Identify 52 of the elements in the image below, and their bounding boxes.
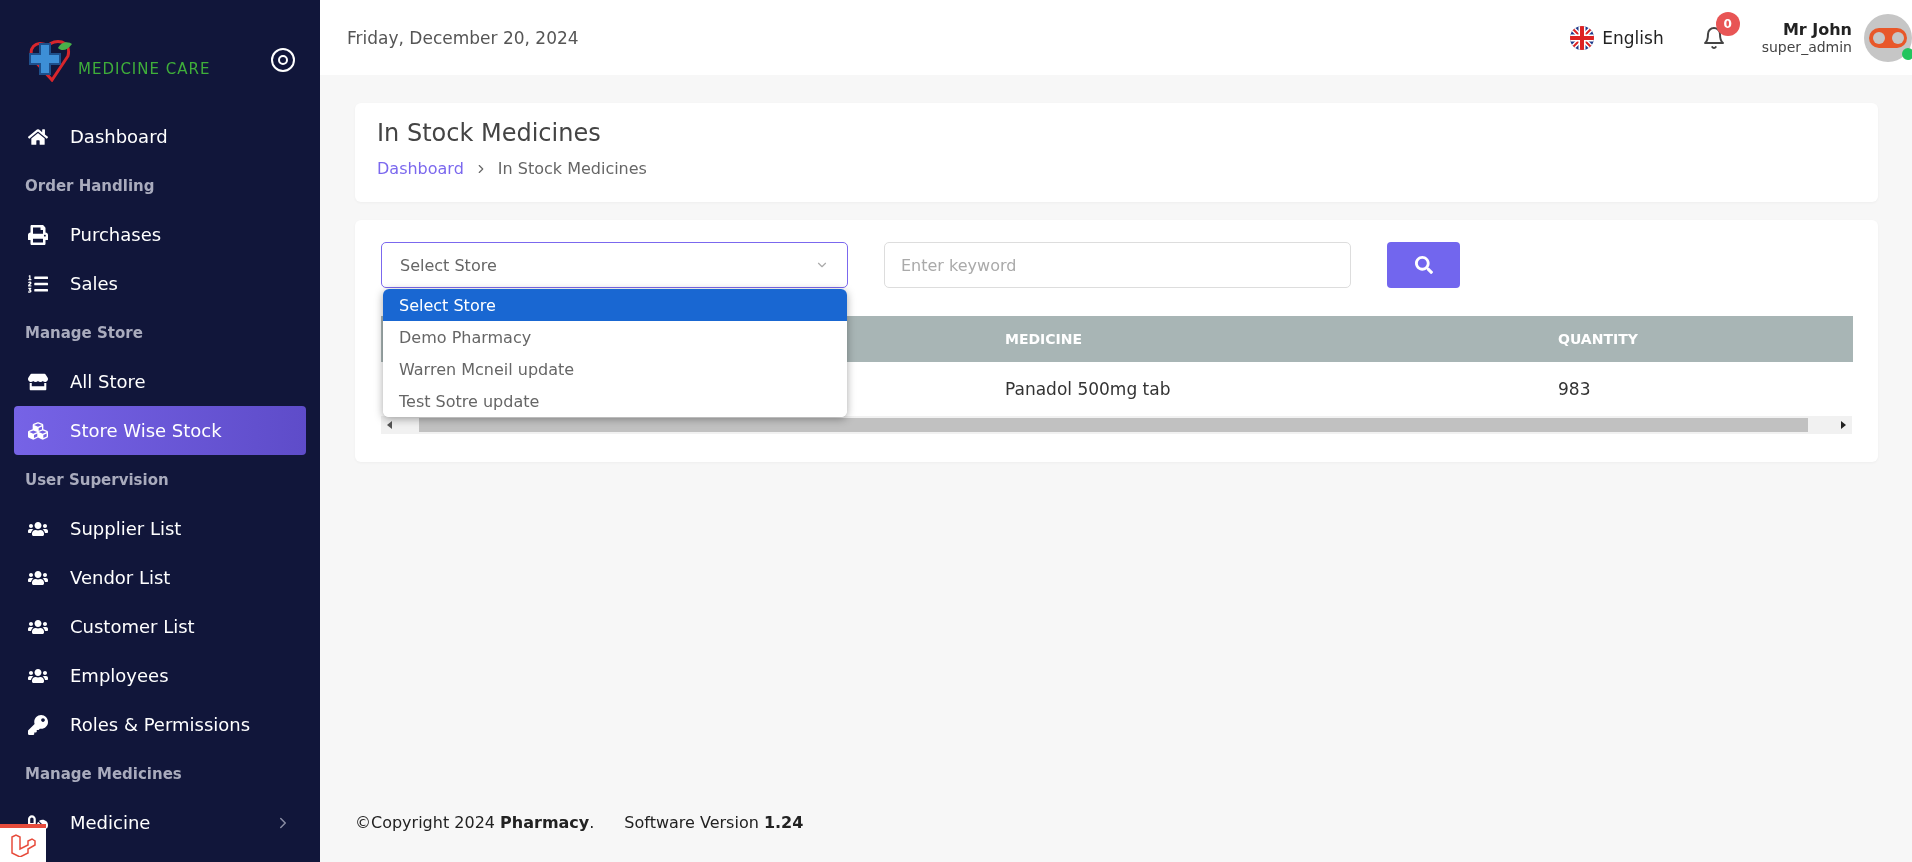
section-heading: Manage Store [24,322,144,344]
sidebar-toggle-icon[interactable] [270,47,296,73]
nav-icon [26,420,50,441]
nav-icon [26,714,50,735]
breadcrumb-text: In Stock Medicines [497,159,647,178]
section-heading: Order Handling [24,175,156,197]
store-select[interactable]: Select Store [381,242,848,288]
column-header: QUANTITY [1558,316,1853,362]
language-selector[interactable]: English [1570,25,1664,50]
search-button[interactable] [1387,242,1460,288]
scroll-left-icon[interactable] [386,420,394,430]
section-heading: User Supervision [24,469,170,491]
keyword-field[interactable]: Enter keyword [884,242,1351,288]
nav-icon [26,224,50,245]
nav-item[interactable]: Customer List [14,602,306,651]
brand-name: MEDICINE CARE [78,60,211,78]
column-header: MEDICINE [1005,316,1558,362]
notification-count: 0 [1715,11,1740,36]
scroll-right-icon[interactable] [1839,420,1847,430]
breadcrumb-link[interactable]: Dashboard [377,159,464,178]
dropdown-option[interactable]: Warren Mcneil update [383,353,847,385]
search-icon [1414,256,1433,274]
nav-icon [26,126,50,147]
notification-bell-icon[interactable] [1701,25,1726,50]
nav-item[interactable]: Sales [14,259,306,308]
user-role: super_admin [1761,39,1852,55]
section-heading: Manage Medicines [24,763,183,785]
nav-item[interactable]: Employees [14,651,306,700]
debug-icon [10,833,36,857]
dropdown-option[interactable]: Demo Pharmacy [383,321,847,353]
copyright-text: ©Copyright 2024 Pharmacy. [355,813,595,832]
debug-bar-toast[interactable] [0,824,46,862]
current-date: Friday, December 20, 2024 [347,27,580,48]
table-cell-text: Panadol 500mg tab [1005,378,1172,401]
page-title: In Stock Medicines [377,119,602,147]
nav-item[interactable]: Purchases [14,210,306,259]
user-name: Mr John [1782,20,1852,39]
table-cell-text: 983 [1558,378,1592,401]
flag-icon [1570,25,1595,50]
dropdown-option[interactable]: Test Sotre update [383,385,847,417]
version-text: Software Version 1.24 [624,813,804,832]
nav-icon [26,371,50,392]
nav-item[interactable]: Supplier List [14,504,306,553]
nav-item[interactable]: Vendor List [14,553,306,602]
nav-item[interactable]: Dashboard [14,112,306,161]
nav-item[interactable]: Roles & Permissions [14,700,306,749]
nav-item[interactable]: All Store [14,357,306,406]
user-avatar[interactable] [1864,13,1912,62]
nav-icon [26,273,50,294]
dropdown-option[interactable]: Select Store [383,289,847,321]
horizontal-scrollbar[interactable] [381,416,1852,434]
nav-item[interactable]: Store Wise Stock [14,406,306,455]
